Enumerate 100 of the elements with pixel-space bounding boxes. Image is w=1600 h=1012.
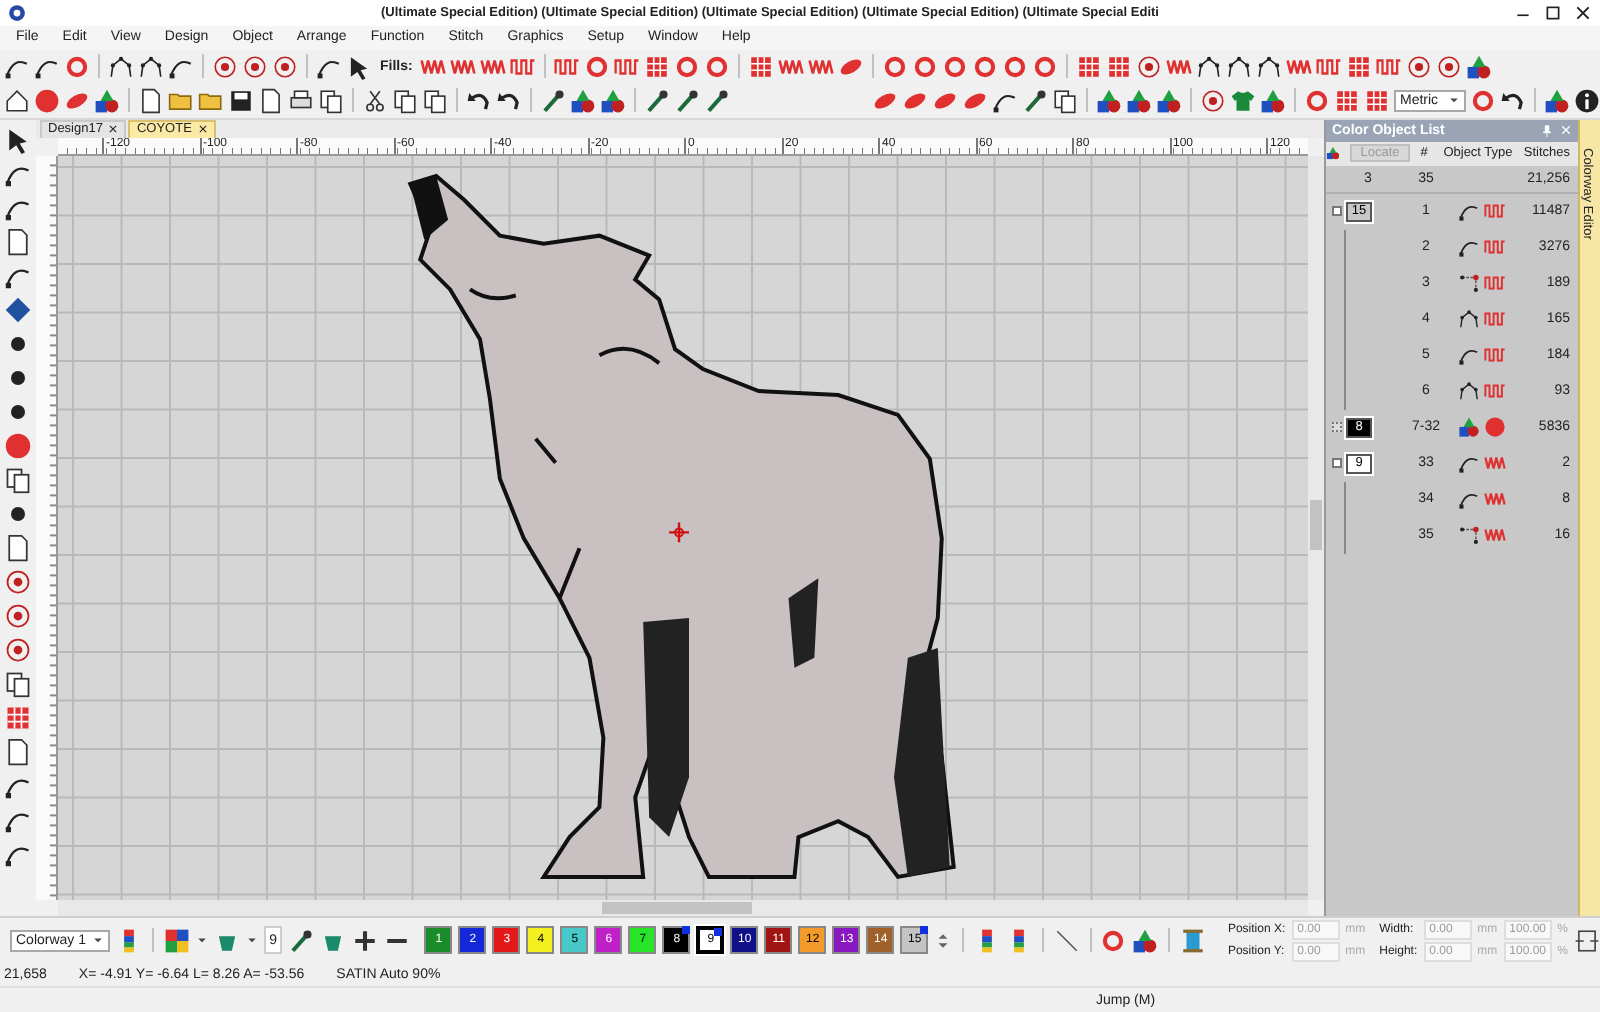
leaf-icon[interactable] (838, 53, 865, 80)
grid-icon[interactable] (644, 53, 671, 80)
home-icon[interactable] (4, 87, 30, 114)
copy-icon[interactable] (318, 87, 344, 114)
shapes-icon[interactable] (1126, 87, 1152, 114)
undo-icon[interactable] (1500, 87, 1526, 114)
scrollbar[interactable] (58, 900, 1308, 917)
target-icon[interactable] (1136, 53, 1163, 80)
info-icon[interactable] (1574, 87, 1600, 114)
target-icon[interactable] (1436, 53, 1463, 80)
eyedropper-icon[interactable] (704, 87, 730, 114)
page-icon[interactable] (258, 87, 284, 114)
grid-icon[interactable] (1364, 87, 1390, 114)
target-icon[interactable] (1200, 87, 1226, 114)
copy-icon[interactable] (1052, 87, 1078, 114)
ring-icon[interactable] (64, 53, 90, 80)
grid-icon[interactable] (4, 703, 32, 732)
ring-icon[interactable] (1304, 87, 1330, 114)
scrollbar-thumb[interactable] (602, 902, 752, 915)
undo-icon[interactable] (496, 87, 522, 114)
ring-icon[interactable] (1002, 53, 1029, 80)
target-icon[interactable] (1406, 53, 1433, 80)
page-icon[interactable] (138, 87, 164, 114)
ring-icon[interactable] (882, 53, 909, 80)
leaf-icon[interactable] (962, 87, 988, 114)
expander-toggle[interactable] (1332, 458, 1342, 469)
close-icon[interactable] (108, 124, 119, 135)
shapes-icon[interactable] (1544, 87, 1570, 114)
leaf-icon[interactable] (932, 87, 958, 114)
ring-icon[interactable] (1032, 53, 1059, 80)
grid-icon[interactable] (1076, 53, 1103, 80)
circle-icon[interactable] (4, 431, 32, 460)
expander-toggle[interactable] (1332, 206, 1342, 217)
shapes-icon[interactable] (570, 87, 596, 114)
square-wave-icon[interactable] (1376, 53, 1403, 80)
node-shape-icon[interactable] (138, 53, 164, 80)
resize-icon[interactable] (1573, 927, 1600, 954)
ring-icon[interactable] (584, 53, 611, 80)
copy-icon[interactable] (4, 465, 32, 494)
printer-icon[interactable] (288, 87, 314, 114)
node-shape-icon[interactable] (108, 53, 134, 80)
caret-icon[interactable] (245, 934, 258, 947)
shapes-icon[interactable] (94, 87, 120, 114)
spin-arrows-icon[interactable] (934, 931, 953, 950)
cut-icon[interactable] (362, 87, 388, 114)
plus-icon[interactable] (352, 927, 379, 954)
scrollbar[interactable] (1308, 155, 1324, 901)
target-icon[interactable] (4, 601, 32, 630)
diamond-icon[interactable] (4, 295, 32, 324)
node-shape-icon[interactable] (1196, 53, 1223, 80)
leaf-icon[interactable] (64, 87, 90, 114)
grid-icon[interactable] (748, 53, 775, 80)
target-icon[interactable] (4, 567, 32, 596)
scrollbar-thumb[interactable] (1310, 499, 1322, 550)
maximize-icon[interactable] (1544, 3, 1562, 22)
shapes-icon[interactable] (1260, 87, 1286, 114)
square-wave-icon[interactable] (614, 53, 641, 80)
grid-icon[interactable] (1346, 53, 1373, 80)
ring-icon[interactable] (1100, 927, 1127, 954)
eyedropper-icon[interactable] (288, 927, 315, 954)
square-wave-icon[interactable] (1316, 53, 1343, 80)
expander-toggle[interactable] (1332, 422, 1342, 433)
ring-icon[interactable] (704, 53, 731, 80)
caret-icon[interactable] (195, 934, 208, 947)
page-icon[interactable] (4, 737, 32, 766)
shapes-icon[interactable] (1156, 87, 1182, 114)
eyedropper-icon[interactable] (1022, 87, 1048, 114)
target-icon[interactable] (242, 53, 268, 80)
square-wave-icon[interactable] (554, 53, 581, 80)
ring-icon[interactable] (912, 53, 939, 80)
ring-icon[interactable] (972, 53, 999, 80)
leaf-icon[interactable] (872, 87, 898, 114)
eyedropper-icon[interactable] (644, 87, 670, 114)
thread-spool-icon[interactable] (1179, 927, 1206, 954)
eyedropper-icon[interactable] (540, 87, 566, 114)
shapes-icon[interactable] (1132, 927, 1159, 954)
coyote-embroidery-drawing[interactable] (407, 173, 956, 879)
close-icon[interactable] (1574, 3, 1592, 22)
pointer-icon[interactable] (4, 125, 32, 154)
design-canvas[interactable] (58, 155, 1308, 901)
copy-icon[interactable] (392, 87, 418, 114)
color-grid-icon[interactable] (163, 927, 190, 954)
target-icon[interactable] (212, 53, 238, 80)
page-icon[interactable] (4, 533, 32, 562)
ring-icon[interactable] (674, 53, 701, 80)
node-shape-icon[interactable] (1226, 53, 1253, 80)
copy-icon[interactable] (4, 669, 32, 698)
ring-icon[interactable] (1470, 87, 1496, 114)
diagonal-line-icon[interactable] (1053, 927, 1080, 954)
grid-icon[interactable] (1106, 53, 1133, 80)
pointer-icon[interactable] (346, 53, 372, 80)
circle-icon[interactable] (34, 87, 60, 114)
target-icon[interactable] (4, 635, 32, 664)
square-wave-icon[interactable] (510, 53, 537, 80)
page-icon[interactable] (4, 227, 32, 256)
shapes-icon[interactable] (1466, 53, 1493, 80)
node-shape-icon[interactable] (1256, 53, 1283, 80)
undo-icon[interactable] (466, 87, 492, 114)
leaf-icon[interactable] (902, 87, 928, 114)
copy-icon[interactable] (422, 87, 448, 114)
